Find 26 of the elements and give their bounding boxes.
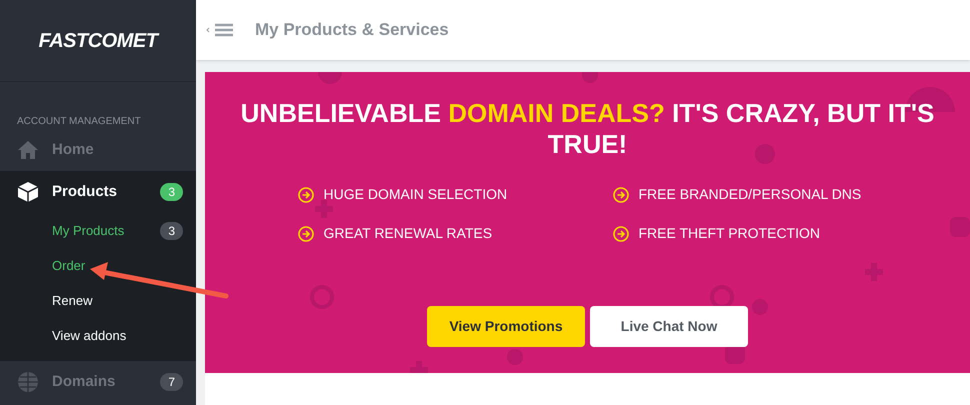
box-icon — [17, 181, 39, 203]
nav-subitem[interactable]: View addons — [52, 326, 126, 346]
arrow-circle-icon — [612, 186, 628, 202]
arrow-circle-icon — [298, 226, 314, 242]
feature-text: FREE BRANDED/PERSONAL DNS — [638, 185, 862, 204]
live-chat-button[interactable]: Live Chat Now — [590, 306, 748, 347]
page-title: My Products & Services — [255, 19, 449, 42]
count-badge: 3 — [160, 183, 183, 201]
globe-icon — [17, 371, 39, 393]
nav-item[interactable]: Products — [52, 180, 118, 204]
feature-text: HUGE DOMAIN SELECTION — [324, 185, 508, 204]
feature-text: FREE THEFT PROTECTION — [638, 224, 820, 243]
nav-subitem[interactable]: Renew — [52, 290, 92, 310]
menu-icon[interactable] — [206, 23, 234, 37]
promotions-button[interactable]: View Promotions — [427, 306, 585, 347]
nav-subitem[interactable]: My Products — [52, 220, 124, 240]
count-badge: 3 — [160, 222, 183, 240]
home-icon — [17, 140, 39, 160]
arrow-circle-icon — [612, 226, 628, 242]
banner-headline: UNBELIEVABLE DOMAIN DEALS? IT'S CRAZY, BUT IT'S TRUE! — [240, 98, 936, 160]
section-title: ACCOUNT MANAGEMENT — [17, 115, 142, 129]
feature-text: GREAT RENEWAL RATES — [324, 224, 492, 243]
arrow-circle-icon — [298, 186, 314, 202]
logo[interactable]: FASTCOMET — [38, 26, 158, 56]
nav-subitem[interactable]: Order — [52, 256, 86, 276]
count-badge: 7 — [160, 373, 183, 391]
